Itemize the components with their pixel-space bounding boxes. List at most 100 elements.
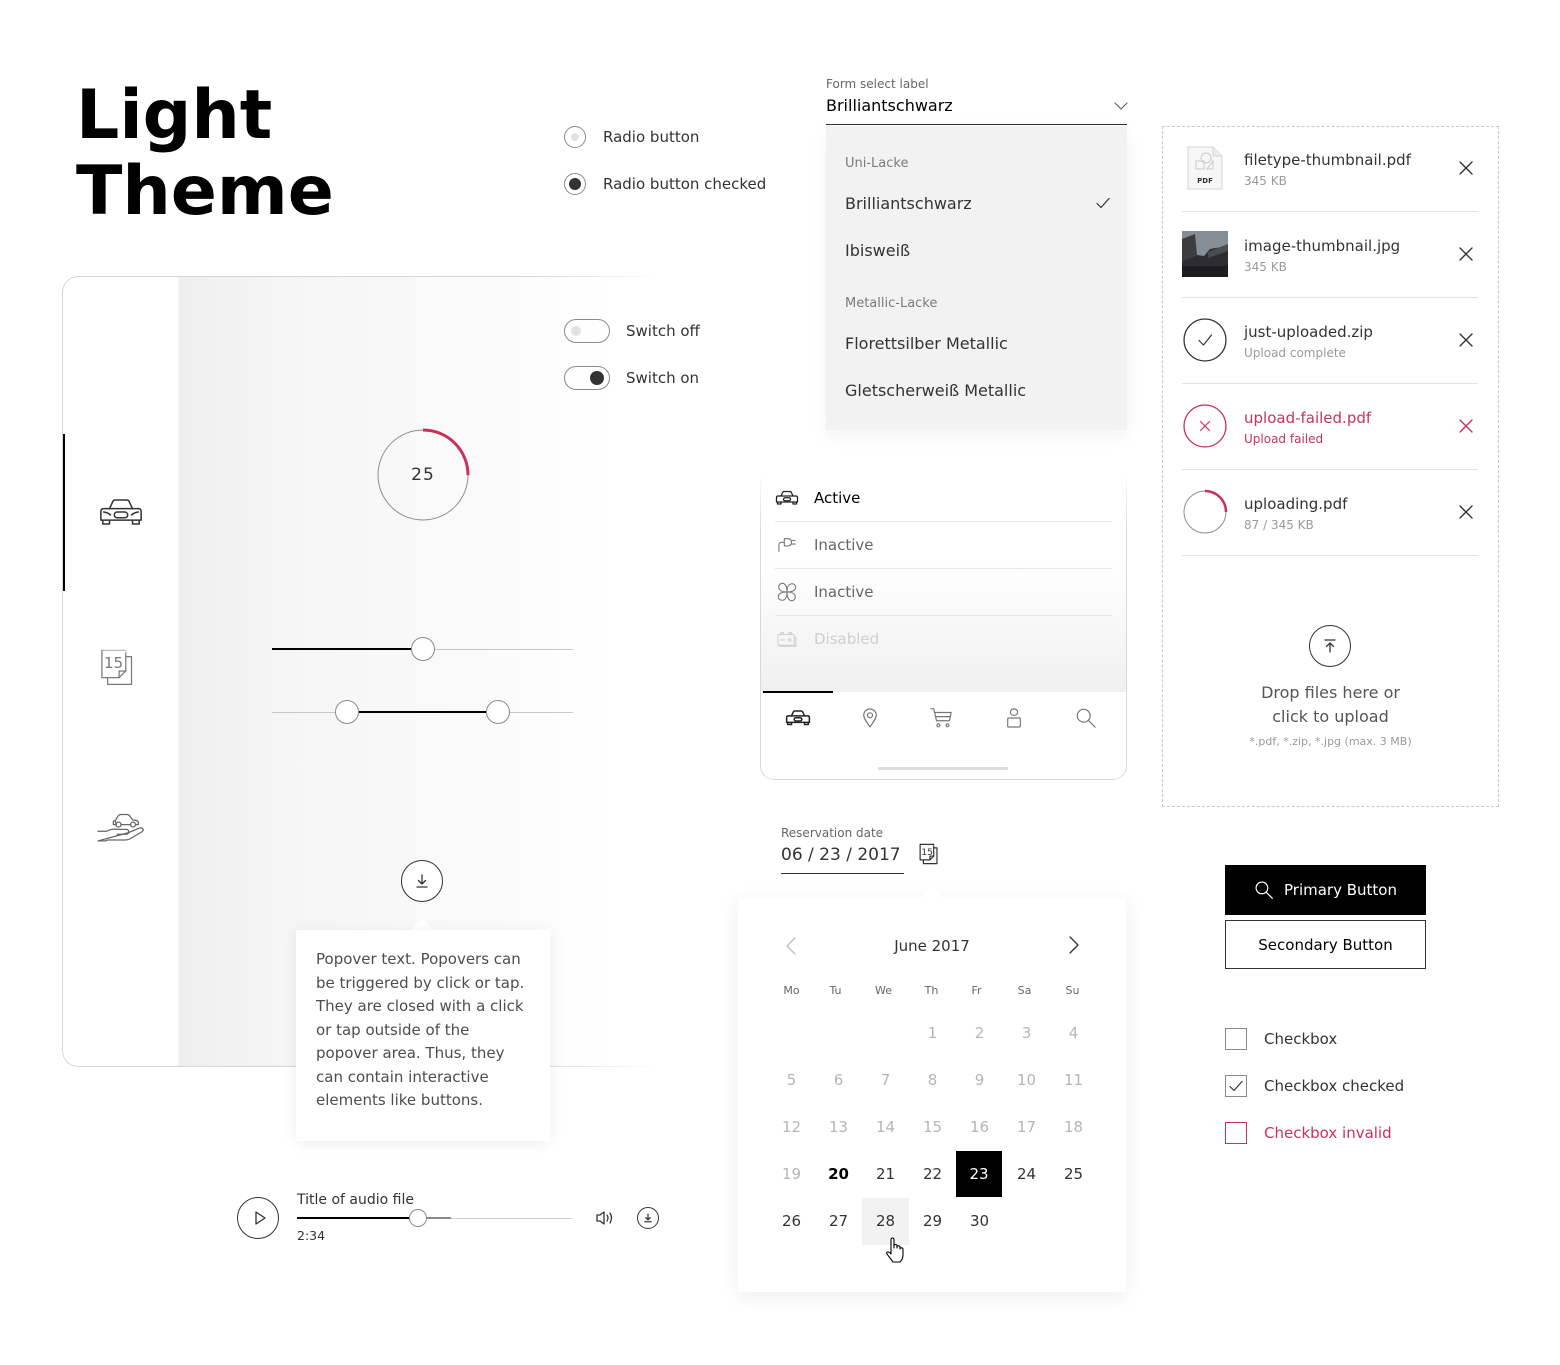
- calendar-day: 10: [1016, 1071, 1037, 1089]
- select-underline: [826, 124, 1127, 125]
- tab-car[interactable]: [762, 692, 834, 744]
- form-select[interactable]: Form select label Brilliantschwarz: [826, 72, 1128, 125]
- home-indicator: [878, 767, 1008, 770]
- plug-icon: [778, 538, 796, 552]
- checkbox-box[interactable]: [1225, 1075, 1247, 1097]
- cart-icon: [930, 708, 952, 728]
- checkbox[interactable]: Checkbox: [1225, 1028, 1337, 1050]
- popover-text: Popover text. Popovers can be triggered …: [316, 950, 525, 1109]
- calendar-day: 4: [1068, 1024, 1079, 1042]
- radio-circle[interactable]: [564, 126, 586, 148]
- close-icon[interactable]: [1459, 247, 1473, 261]
- file-meta: Upload complete: [1244, 346, 1346, 360]
- nav-list-item[interactable]: Inactive: [775, 569, 1112, 616]
- select-option[interactable]: Brilliantschwarz: [845, 183, 1110, 223]
- primary-button[interactable]: Primary Button: [1225, 865, 1426, 915]
- calendar-day[interactable]: 30: [956, 1198, 1003, 1245]
- select-option[interactable]: Florettsilber Metallic: [845, 323, 1110, 363]
- calendar-day: 19: [781, 1165, 802, 1183]
- nav-list-item-active[interactable]: Active: [775, 475, 1112, 522]
- date-field[interactable]: Reservation date 06 / 23 / 2017 15: [781, 823, 946, 875]
- file-meta: 345 KB: [1244, 260, 1287, 274]
- title-line: Theme: [76, 152, 334, 231]
- date-label: Reservation date: [781, 826, 884, 840]
- nav-list-item[interactable]: Inactive: [775, 522, 1112, 569]
- calendar-day[interactable]: 29: [909, 1198, 956, 1245]
- svg-text:15: 15: [921, 847, 933, 858]
- dropzone-text: Drop files here or click to upload: [1261, 683, 1400, 726]
- select-option[interactable]: Gletscherweiß Metallic: [845, 370, 1110, 410]
- file-name: upload-failed.pdf: [1244, 409, 1372, 427]
- option-group-label: Metallic-Lacke: [845, 296, 938, 311]
- calendar-day[interactable]: 24: [1003, 1151, 1050, 1198]
- calendar-day[interactable]: 22: [909, 1151, 956, 1198]
- select-option[interactable]: Ibisweiß: [845, 230, 1110, 270]
- slider-handle[interactable]: [410, 637, 435, 661]
- close-icon[interactable]: [1459, 161, 1473, 175]
- switch-on[interactable]: Switch on: [564, 366, 699, 390]
- weekday-label: Fr: [971, 984, 982, 997]
- play-button[interactable]: [237, 1197, 279, 1239]
- chevron-right-icon[interactable]: [1069, 936, 1079, 954]
- secondary-button[interactable]: Secondary Button: [1225, 920, 1426, 969]
- audio-title: Title of audio file: [297, 1192, 414, 1208]
- radio-button[interactable]: Radio button: [564, 126, 699, 148]
- svg-text:PDF: PDF: [1197, 177, 1213, 185]
- switch-track[interactable]: [564, 319, 610, 343]
- volume-icon[interactable]: [595, 1210, 615, 1226]
- tab-location[interactable]: [834, 692, 906, 744]
- audio-scrub-handle[interactable]: [409, 1209, 427, 1227]
- tab-profile[interactable]: [978, 692, 1050, 744]
- weekday-label: Su: [1065, 984, 1080, 997]
- checkbox-invalid[interactable]: Checkbox invalid: [1225, 1122, 1392, 1144]
- audio-download-button[interactable]: [637, 1207, 659, 1229]
- upload-dropzone[interactable]: Drop files here or click to upload *.pdf…: [1163, 600, 1498, 790]
- tab-cart[interactable]: [906, 692, 978, 744]
- audio-progress-bar[interactable]: [297, 1209, 572, 1227]
- range-slider-handle-high[interactable]: [485, 700, 510, 724]
- date-value[interactable]: 06 / 23 / 2017: [781, 843, 901, 867]
- calendar-day[interactable]: 27: [815, 1198, 862, 1245]
- calendar-day: 15: [922, 1118, 943, 1136]
- range-slider-handle-low[interactable]: [335, 700, 360, 724]
- close-icon[interactable]: [1459, 333, 1473, 347]
- calendar-day-selected[interactable]: 23: [956, 1151, 1002, 1197]
- checkbox-box[interactable]: [1225, 1028, 1247, 1050]
- upload-button[interactable]: [1309, 625, 1351, 667]
- radio-circle[interactable]: [564, 173, 586, 195]
- car-icon: [785, 710, 811, 726]
- popover: Popover text. Popovers can be triggered …: [296, 930, 550, 1141]
- calendar-day[interactable]: 21: [862, 1151, 909, 1198]
- range-slider-fill: [347, 711, 498, 713]
- checkbox-box[interactable]: [1225, 1122, 1247, 1144]
- close-icon[interactable]: [1459, 505, 1473, 519]
- checkbox-checked[interactable]: Checkbox checked: [1225, 1075, 1404, 1097]
- car-icon: [775, 490, 799, 505]
- sidebar-item-service[interactable]: [63, 748, 178, 905]
- calendar-icon[interactable]: 15: [919, 843, 943, 868]
- switch-off[interactable]: Switch off: [564, 319, 700, 343]
- sidebar-item-car[interactable]: [63, 434, 178, 591]
- option-label: Brilliantschwarz: [845, 193, 972, 213]
- popover-trigger-button[interactable]: [401, 860, 443, 902]
- switch-track[interactable]: [564, 366, 610, 390]
- close-icon[interactable]: [1459, 419, 1473, 433]
- nav-item-label: Disabled: [814, 630, 880, 648]
- range-slider[interactable]: [272, 700, 573, 724]
- calendar-grid: 1 2 3 4 5 6 7 8 9 10 11 12 13 14 15 16 17 18 19 20 21 22 23 24 2…: [768, 1010, 1097, 1245]
- tab-search[interactable]: [1050, 692, 1122, 744]
- slider[interactable]: [272, 637, 573, 661]
- sidebar-item-calendar[interactable]: 15: [63, 591, 178, 748]
- cursor-hand-icon: [886, 1237, 904, 1263]
- calendar-day: 9: [974, 1071, 985, 1089]
- secondary-button-label: Secondary Button: [1258, 935, 1393, 954]
- radio-dot: [571, 133, 579, 141]
- upload-item: PDF filetype-thumbnail.pdf 345 KB: [1182, 126, 1478, 212]
- chevron-down-icon[interactable]: [1114, 102, 1128, 110]
- radio-button-checked[interactable]: Radio button checked: [564, 173, 766, 195]
- upload-complete-icon: [1183, 318, 1227, 362]
- calendar-day[interactable]: 26: [768, 1198, 815, 1245]
- option-group-label: Uni-Lacke: [845, 156, 909, 171]
- calendar-day[interactable]: 25: [1050, 1151, 1097, 1198]
- calendar-day[interactable]: 20: [815, 1151, 862, 1198]
